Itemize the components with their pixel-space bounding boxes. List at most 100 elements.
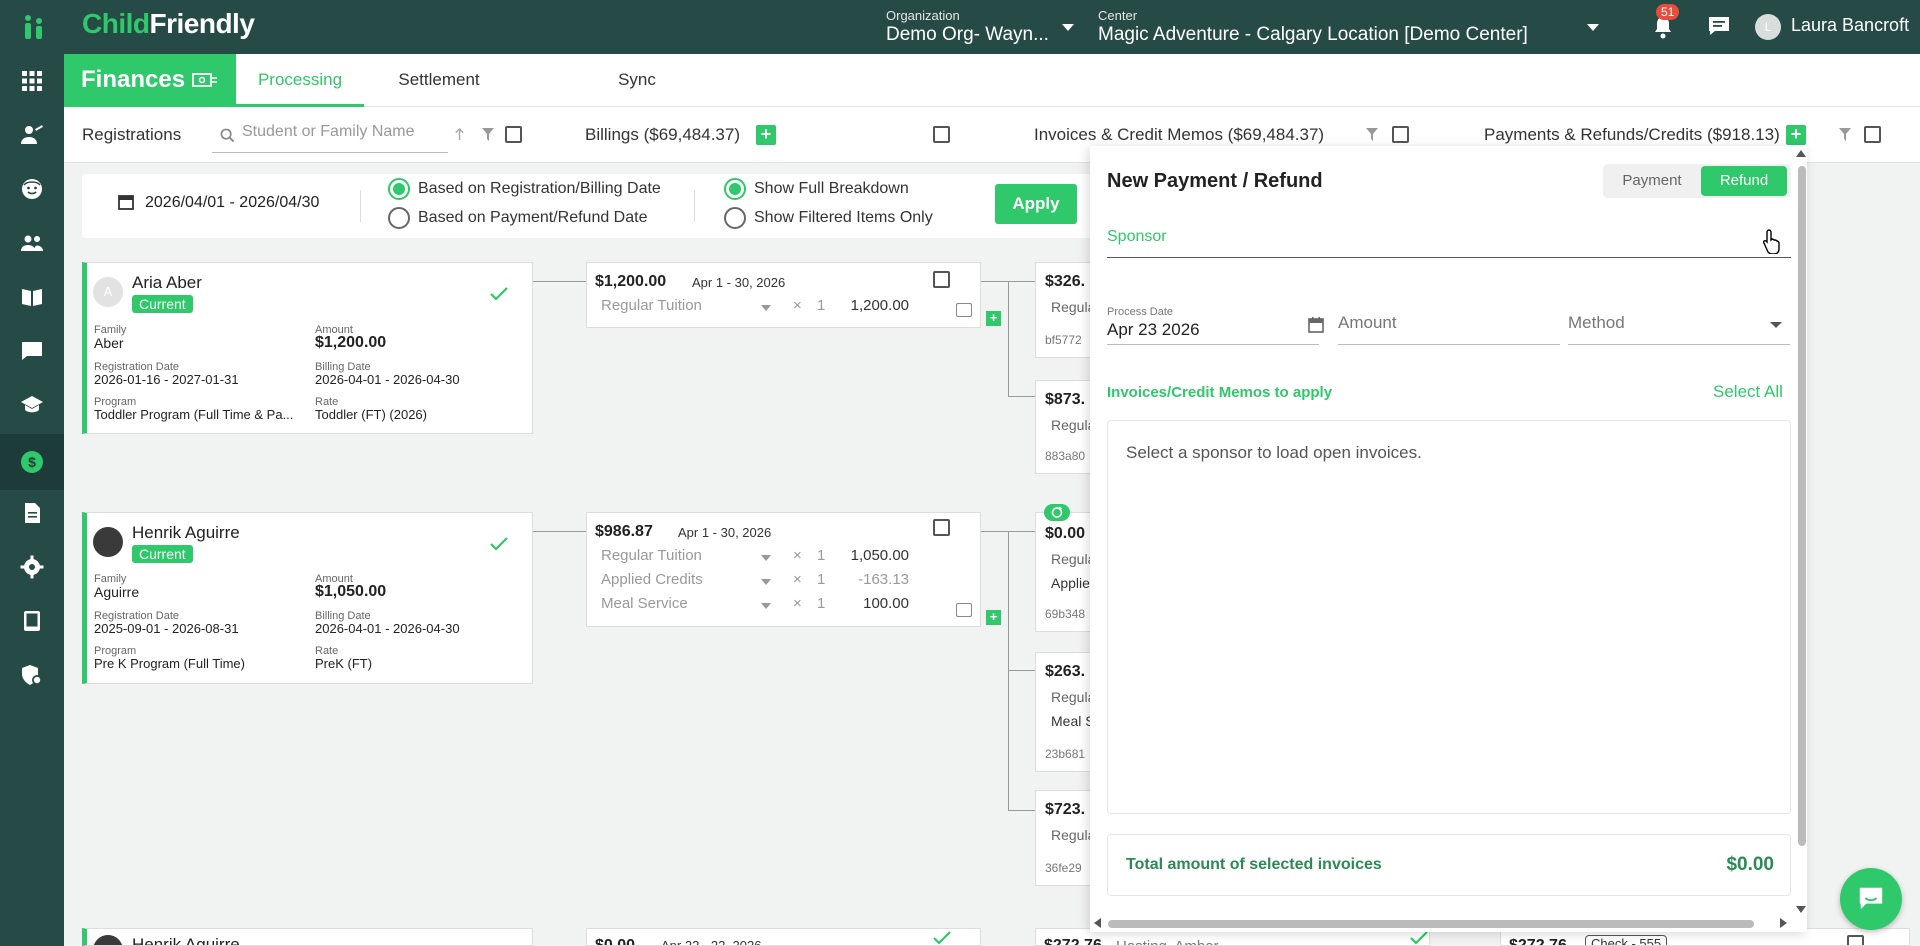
messages-icon[interactable] — [1707, 15, 1731, 37]
chevron-down-icon[interactable] — [761, 579, 771, 585]
invoice-card[interactable]: $263. Regula Meal S 23b681 — [1035, 652, 1095, 772]
billing-checkbox[interactable] — [933, 519, 950, 536]
process-date-value[interactable]: Apr 23 2026 — [1107, 320, 1200, 340]
amount-field[interactable]: Amount — [1338, 313, 1397, 333]
billings-select-all-checkbox[interactable] — [933, 126, 950, 143]
sidebar-item-finances[interactable]: $ — [0, 434, 64, 490]
scrollbar-thumb[interactable] — [1108, 920, 1754, 928]
app-logo-text[interactable]: ChildFriendly — [82, 8, 255, 40]
refund-mode-button[interactable]: Refund — [1701, 166, 1787, 196]
scroll-down-arrow[interactable] — [1796, 906, 1806, 913]
radio-filtered-only[interactable] — [724, 207, 746, 229]
radio-registration-date[interactable] — [388, 178, 410, 200]
invoice-card[interactable]: $0.00 Regula Applie 69b348 — [1035, 512, 1095, 632]
add-invoice-button[interactable]: + — [986, 610, 1001, 625]
radio-payment-date[interactable] — [388, 207, 410, 229]
invoice-preview-icon[interactable] — [956, 303, 972, 317]
add-invoice-button[interactable]: + — [986, 311, 1001, 326]
support-chat-button[interactable] — [1840, 868, 1902, 930]
student-search[interactable] — [212, 117, 448, 153]
payments-filter-icon[interactable] — [1839, 128, 1851, 141]
invoice-amount: $272.76 — [1044, 937, 1102, 946]
sidebar-item-programs[interactable] — [0, 272, 64, 322]
invoice-card[interactable]: $873. Regula 883a80 — [1035, 380, 1095, 474]
payments-header: Payments & Refunds/Credits ($918.13) — [1484, 125, 1780, 144]
billing-line-item[interactable]: Regular Tuition × 1 1,200.00 — [601, 297, 971, 319]
chevron-down-icon[interactable] — [761, 555, 771, 561]
tab-sync[interactable]: Sync — [584, 54, 690, 107]
invoice-card[interactable]: $326. Regula bf5772 — [1035, 262, 1095, 358]
apply-button[interactable]: Apply — [995, 184, 1077, 224]
scroll-up-arrow[interactable] — [1796, 150, 1806, 157]
payments-select-all-checkbox[interactable] — [1864, 126, 1881, 143]
sidebar-item-families[interactable] — [0, 218, 64, 268]
calendar-icon[interactable] — [1308, 316, 1324, 333]
center-dropdown-icon[interactable] — [1587, 24, 1599, 31]
billing-line-item[interactable]: Applied Credits × 1 -163.13 — [601, 571, 971, 593]
billing-line-item[interactable]: Regular Tuition × 1 1,050.00 — [601, 547, 971, 569]
payment-mode-button[interactable]: Payment — [1607, 166, 1697, 196]
registration-card[interactable]: A Aria Aber Current Family Aber Amount $… — [82, 262, 533, 434]
sidebar-item-messages[interactable] — [0, 326, 64, 376]
invoice-preview-icon[interactable] — [956, 603, 972, 617]
horizontal-scrollbar[interactable] — [1090, 916, 1794, 930]
sort-ascending-icon[interactable] — [454, 128, 465, 141]
organization-selector[interactable]: Organization Demo Org- Wayn... — [886, 8, 1049, 46]
add-billing-button[interactable]: + — [756, 125, 776, 145]
scroll-right-arrow[interactable] — [1780, 918, 1787, 928]
document-icon — [25, 503, 40, 523]
filter-icon[interactable] — [482, 128, 494, 141]
user-name[interactable]: Laura Bancroft — [1791, 15, 1909, 36]
organization-dropdown-icon[interactable] — [1062, 24, 1074, 31]
app-logo-icon[interactable] — [18, 12, 48, 42]
sidebar-item-staff[interactable] — [0, 110, 64, 160]
scroll-left-arrow[interactable] — [1094, 918, 1101, 928]
user-avatar[interactable]: L — [1755, 14, 1781, 40]
chevron-down-icon[interactable] — [761, 305, 771, 311]
student-name[interactable]: Henrik Aguirre — [132, 935, 240, 945]
invoices-filter-icon[interactable] — [1366, 128, 1378, 141]
add-payment-button[interactable]: + — [1786, 125, 1806, 145]
search-input[interactable] — [242, 123, 438, 141]
scrollbar-thumb[interactable] — [1798, 166, 1806, 846]
tab-processing[interactable]: Processing — [236, 54, 364, 107]
sidebar-item-settings[interactable] — [0, 542, 64, 592]
registrations-select-all-checkbox[interactable] — [505, 126, 522, 143]
invoice-card[interactable]: $723. Regula 36fe29 — [1035, 790, 1095, 886]
radio-filtered-only-label[interactable]: Show Filtered Items Only — [754, 209, 933, 227]
student-name[interactable]: Henrik Aguirre — [132, 523, 240, 543]
billing-checkbox[interactable] — [933, 271, 950, 288]
sponsor-field[interactable]: Sponsor — [1107, 220, 1791, 258]
billing-card[interactable]: $986.87 Apr 1 - 30, 2026 Regular Tuition… — [586, 512, 981, 627]
sidebar: $ — [0, 54, 64, 946]
method-select[interactable]: Method — [1568, 313, 1625, 333]
radio-payment-date-label[interactable]: Based on Payment/Refund Date — [418, 209, 647, 227]
radio-full-breakdown-label[interactable]: Show Full Breakdown — [754, 180, 909, 198]
billing-card[interactable]: $1,200.00 Apr 1 - 30, 2026 Regular Tuiti… — [586, 262, 981, 328]
registration-card[interactable]: Henrik Aguirre Current Family Aguirre Am… — [82, 512, 533, 684]
registration-card-partial[interactable]: Henrik Aguirre — [82, 928, 533, 946]
radio-full-breakdown[interactable] — [724, 178, 746, 200]
sidebar-item-reports[interactable] — [0, 488, 64, 538]
messages-icon — [22, 342, 42, 360]
sidebar-item-children[interactable] — [0, 164, 64, 214]
billing-line-item[interactable]: Meal Service × 1 100.00 — [601, 595, 971, 617]
calendar-icon[interactable] — [118, 194, 134, 210]
sidebar-item-admin[interactable] — [0, 650, 64, 700]
tab-settlement[interactable]: Settlement — [374, 54, 504, 107]
date-range-value[interactable]: 2026/04/01 - 2026/04/30 — [145, 194, 319, 212]
center-selector[interactable]: Center Magic Adventure - Calgary Locatio… — [1098, 8, 1528, 46]
billing-card-partial[interactable]: $0.00 Apr 22 - 22, 2026 — [586, 928, 981, 946]
connector-line — [1008, 531, 1009, 811]
radio-registration-date-label[interactable]: Based on Registration/Billing Date — [418, 180, 661, 198]
student-name[interactable]: Aria Aber — [132, 273, 202, 293]
sidebar-item-kiosk[interactable] — [0, 596, 64, 646]
sidebar-item-learning[interactable] — [0, 380, 64, 430]
payment-checkbox[interactable] — [1847, 935, 1864, 945]
chevron-down-icon[interactable] — [1770, 322, 1782, 328]
sidebar-item-dashboard[interactable] — [0, 56, 64, 106]
vertical-scrollbar[interactable] — [1794, 150, 1807, 918]
chevron-down-icon[interactable] — [761, 603, 771, 609]
invoices-select-all-checkbox[interactable] — [1392, 126, 1409, 143]
select-all-link[interactable]: Select All — [1713, 382, 1783, 402]
